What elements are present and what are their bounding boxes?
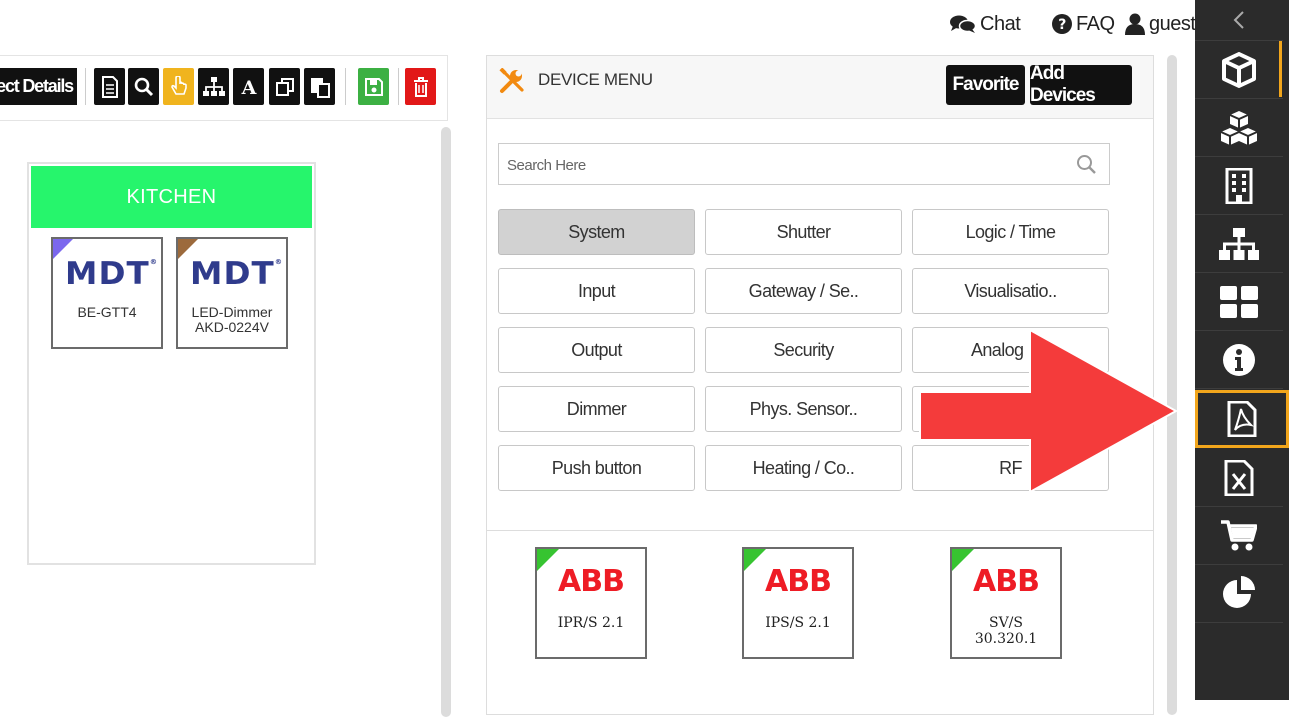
document-icon <box>101 75 118 98</box>
sidebar-item-cart[interactable] <box>1195 508 1283 565</box>
device-tile[interactable]: ABB SV/S 30.320.1 <box>950 547 1062 659</box>
abb-logo: ABB <box>973 564 1040 599</box>
sidebar-item-dashboard[interactable] <box>1195 274 1283 331</box>
pdf-file-icon <box>1227 401 1257 437</box>
device-tile[interactable]: ABB IPS/S 2.1 <box>742 547 854 659</box>
search-button[interactable] <box>128 68 159 105</box>
paste-icon <box>310 77 330 98</box>
category-visualisation[interactable]: Visualisatio.. <box>912 268 1109 314</box>
sitemap-icon <box>1219 228 1259 260</box>
device-tile[interactable]: MDT® LED-Dimmer AKD-0224V <box>176 237 288 349</box>
paste-button[interactable] <box>304 68 335 105</box>
device-tile[interactable]: MDT® BE-GTT4 <box>51 237 163 349</box>
cubes-icon <box>1220 111 1258 145</box>
sidebar-item-groups[interactable] <box>1195 100 1283 157</box>
room-card-kitchen[interactable]: KITCHEN MDT® BE-GTT4 MDT® LED-Dimmer AKD… <box>27 162 316 565</box>
device-menu-header: DEVICE MENU Favorite Add Devices <box>487 56 1153 119</box>
sidebar-item-building[interactable] <box>1195 158 1283 215</box>
select-tool-button[interactable] <box>163 68 194 105</box>
sidebar-item-devices[interactable] <box>1195 42 1283 99</box>
toolbar-divider <box>85 68 86 105</box>
user-icon <box>1125 13 1145 35</box>
excel-file-icon <box>1224 460 1254 496</box>
category-heating[interactable]: Heating / Co.. <box>705 445 902 491</box>
sidebar-item-excel-export[interactable] <box>1195 450 1283 507</box>
project-toolbar: ect Details A <box>0 55 448 121</box>
category-output[interactable]: Output <box>498 327 695 373</box>
device-menu-title: DEVICE MENU <box>538 70 653 89</box>
workspace-scrollbar[interactable] <box>441 127 451 717</box>
hierarchy-icon <box>202 76 225 96</box>
search-input[interactable] <box>505 153 1069 177</box>
favorite-button[interactable]: Favorite <box>946 65 1025 105</box>
info-icon <box>1223 344 1255 376</box>
hierarchy-button[interactable] <box>198 68 229 105</box>
chat-link[interactable]: Chat <box>950 10 1021 38</box>
font-icon: A <box>240 77 256 97</box>
category-dimmer[interactable]: Dimmer <box>498 386 695 432</box>
category-input[interactable]: Input <box>498 268 695 314</box>
user-label: guest <box>1149 12 1196 35</box>
sidebar-item-info[interactable] <box>1195 332 1283 389</box>
room-title: KITCHEN <box>31 166 312 228</box>
cube-icon <box>1222 52 1256 88</box>
mdt-logo: MDT® <box>190 256 284 292</box>
mdt-logo: MDT® <box>65 256 159 292</box>
abb-logo: ABB <box>765 564 832 599</box>
cart-icon <box>1221 520 1257 551</box>
save-button[interactable] <box>358 68 389 105</box>
search-icon <box>134 77 153 96</box>
device-label: SV/S 30.320.1 <box>974 615 1038 647</box>
pointer-hand-icon <box>170 75 187 95</box>
question-circle-icon: ? <box>1052 14 1072 34</box>
category-shutter[interactable]: Shutter <box>705 209 902 255</box>
device-label: IPS/S 2.1 <box>765 615 831 631</box>
right-sidebar <box>1195 0 1289 700</box>
device-tile[interactable]: ABB IPR/S 2.1 <box>535 547 647 659</box>
device-label: IPR/S 2.1 <box>557 615 625 631</box>
sidebar-item-statistics[interactable] <box>1195 566 1283 623</box>
copy-icon <box>275 77 294 96</box>
pie-chart-icon <box>1223 576 1255 608</box>
document-button[interactable] <box>94 68 125 105</box>
category-system[interactable]: System <box>498 209 695 255</box>
faq-link[interactable]: ? FAQ <box>1052 10 1115 38</box>
user-menu[interactable]: guest <box>1125 10 1196 38</box>
save-icon <box>364 77 383 96</box>
trash-icon <box>413 76 428 97</box>
svg-text:A: A <box>240 77 256 97</box>
device-label: BE-GTT4 <box>77 304 137 320</box>
chevron-left-icon <box>1233 11 1244 29</box>
sidebar-item-pdf-export[interactable] <box>1195 390 1289 448</box>
category-push-button[interactable]: Push button <box>498 445 695 491</box>
sidebar-item-topology[interactable] <box>1195 216 1283 273</box>
device-label: LED-Dimmer AKD-0224V <box>191 304 273 335</box>
abb-logo: ABB <box>558 564 625 599</box>
search-icon[interactable] <box>1076 154 1097 175</box>
panel-divider <box>487 530 1153 531</box>
category-logic-time[interactable]: Logic / Time <box>912 209 1109 255</box>
project-details-button[interactable]: ect Details <box>0 68 77 105</box>
dashboard-icon <box>1220 286 1258 318</box>
sidebar-active-indicator <box>1279 41 1282 97</box>
category-gateway[interactable]: Gateway / Se.. <box>705 268 902 314</box>
toolbar-divider <box>398 68 399 105</box>
category-security[interactable]: Security <box>705 327 902 373</box>
collapse-sidebar-button[interactable] <box>1195 0 1283 41</box>
delete-button[interactable] <box>405 68 436 105</box>
chat-label: Chat <box>980 12 1021 35</box>
faq-label: FAQ <box>1076 12 1115 35</box>
category-phys-sensor[interactable]: Phys. Sensor.. <box>705 386 902 432</box>
device-search <box>498 143 1110 185</box>
copy-button[interactable] <box>269 68 300 105</box>
toolbar-divider <box>345 68 346 105</box>
building-icon <box>1225 168 1253 204</box>
wrench-screwdriver-icon <box>499 68 524 93</box>
red-arrow-annotation <box>919 328 1179 494</box>
add-devices-button[interactable]: Add Devices <box>1030 63 1132 106</box>
svg-text:?: ? <box>1058 17 1066 33</box>
font-button[interactable]: A <box>233 68 264 105</box>
chat-icon <box>950 15 976 33</box>
